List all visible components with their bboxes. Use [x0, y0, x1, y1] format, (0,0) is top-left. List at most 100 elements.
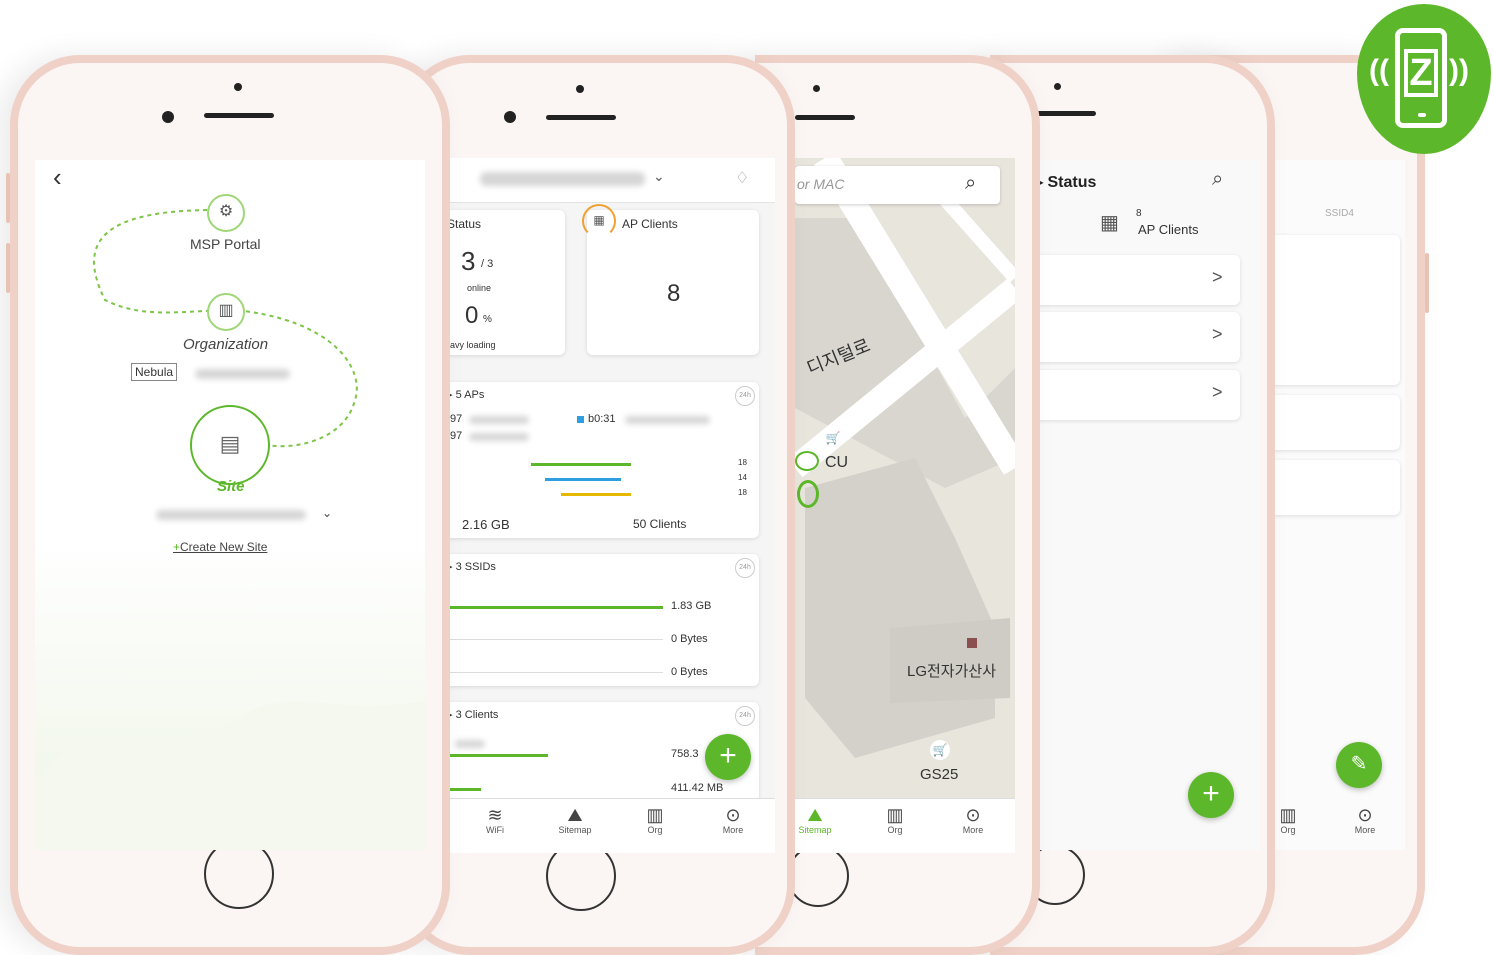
- phone1-screen: ‹ ⚙ MSP Portal ▥ Organization Nebula ▤ S…: [35, 160, 425, 850]
- y-tick-1: 18: [738, 458, 747, 467]
- ssid-card-2[interactable]: [1270, 395, 1400, 450]
- phone2-screen: ⌄ ♢ Status 3 / 3 online 0 % eavy loading…: [445, 158, 775, 853]
- brand-badge: (( Z )): [1357, 4, 1491, 154]
- camera: [234, 83, 242, 91]
- map-view[interactable]: [795, 158, 1015, 803]
- ssid-card-1[interactable]: [1270, 235, 1400, 385]
- ssid-value-3: 0 Bytes: [671, 666, 708, 678]
- status-row-1[interactable]: >: [1030, 255, 1240, 305]
- map-search-input[interactable]: or MAC ⌕: [795, 166, 1000, 204]
- more-icon: ⊙: [1357, 805, 1373, 825]
- search-icon[interactable]: ⌕: [965, 172, 976, 195]
- plus-icon: +: [719, 739, 737, 772]
- load-value: 0: [465, 302, 479, 329]
- back-chevron-icon[interactable]: ‹: [53, 162, 62, 193]
- client-value-1: 758.3: [671, 748, 699, 760]
- site-name: [480, 172, 645, 186]
- msp-portal-label: MSP Portal: [190, 236, 261, 252]
- ssid-card-3[interactable]: [1270, 460, 1400, 515]
- tab-wifi-label: WiFi: [486, 825, 504, 835]
- speaker: [795, 115, 855, 120]
- edit-fab-button[interactable]: ✎: [1336, 742, 1382, 788]
- y-tick-2: 14: [738, 473, 747, 482]
- top-clients-title: ▸ 3 Clients: [447, 709, 499, 721]
- badge-24h[interactable]: 24h: [735, 558, 755, 578]
- plus-icon: +: [173, 540, 181, 554]
- status-row-3[interactable]: >: [1030, 370, 1240, 420]
- ssid-bar-3: [445, 672, 663, 673]
- hierarchy-path: [35, 209, 425, 850]
- add-fab-button[interactable]: +: [1188, 772, 1234, 818]
- camera: [576, 85, 584, 93]
- top-aps-title: ▸ 5 APs: [447, 389, 485, 401]
- org-tag: Nebula: [131, 363, 178, 381]
- tab-more[interactable]: ⊙ More: [713, 805, 753, 835]
- cart-icon[interactable]: 🛒: [930, 740, 950, 760]
- badge-letter: Z: [1404, 49, 1438, 97]
- site-selector[interactable]: ⌄: [150, 506, 340, 526]
- speaker: [1036, 111, 1096, 116]
- tab-sitemap[interactable]: ⛰ Sitemap: [555, 805, 595, 835]
- ap-marker-icon[interactable]: [795, 451, 819, 471]
- badge-24h[interactable]: 24h: [735, 706, 755, 726]
- ssid-bar-2: [445, 639, 663, 640]
- organization-name: [195, 369, 290, 379]
- speaker: [546, 115, 616, 120]
- poi-lg: LG전자가산사: [907, 663, 997, 680]
- msp-portal-node[interactable]: ⚙: [207, 194, 245, 232]
- y-tick-3: 18: [738, 488, 747, 497]
- plus-icon: +: [1202, 777, 1220, 810]
- tab-org[interactable]: ▥ Org: [875, 805, 915, 835]
- add-fab-button[interactable]: +: [705, 734, 751, 780]
- site-label: Site: [217, 478, 245, 495]
- top-aps-card[interactable]: ▸ 5 APs 24h :97 :97 b0:31 18 14 18 2.16 …: [445, 382, 759, 538]
- cart-icon[interactable]: 🛒: [823, 428, 843, 448]
- more-icon: ⊙: [725, 805, 741, 825]
- volume-button: [6, 243, 10, 293]
- top-ssids-card[interactable]: ▸ 3 SSIDs 24h 1.83 GB 0 Bytes 0 Bytes: [445, 554, 759, 686]
- tab-wifi[interactable]: ≋ WiFi: [475, 805, 515, 835]
- tab-more[interactable]: ⊙ More: [953, 805, 993, 835]
- tab-org[interactable]: ▥ Org: [635, 805, 675, 835]
- map-search-placeholder: or MAC: [797, 176, 845, 192]
- online-label: online: [467, 283, 492, 293]
- ap-name-2: [469, 433, 529, 441]
- edit-icon: ✎: [1350, 753, 1368, 775]
- client-bar-2: [445, 788, 481, 791]
- ap-name-3: [625, 416, 710, 424]
- ap-marker-icon[interactable]: [797, 480, 819, 508]
- chevron-down-icon: ⌄: [653, 168, 665, 184]
- search-icon[interactable]: ⌕: [1212, 168, 1223, 191]
- ap-clients-card[interactable]: ▦ AP Clients 8: [582, 204, 759, 355]
- site-selector[interactable]: ⌄ ♢: [445, 158, 775, 203]
- notification-icon[interactable]: ♢: [735, 168, 749, 188]
- site-node[interactable]: ▤: [190, 405, 270, 485]
- building-icon: ▥: [218, 302, 234, 319]
- tab-org-label: Org: [647, 825, 663, 835]
- ap-clients-value: 8: [667, 280, 681, 307]
- create-new-site-link[interactable]: +Create New Site: [173, 540, 267, 554]
- signal-right-icon: )): [1449, 54, 1469, 87]
- door-icon: ▤: [219, 431, 241, 456]
- home-button[interactable]: [787, 845, 849, 907]
- gears-icon: ⚙: [218, 203, 234, 220]
- signal-left-icon: ((: [1369, 54, 1389, 87]
- sitemap-icon: ⛰: [807, 805, 823, 825]
- badge-24h[interactable]: 24h: [735, 386, 755, 406]
- legend-swatch: [577, 416, 584, 423]
- organization-node[interactable]: ▥: [207, 293, 245, 331]
- client-value-2: 411.42 MB: [671, 782, 724, 794]
- heavy-loading-label: eavy loading: [445, 340, 496, 350]
- ap-status-card[interactable]: Status 3 / 3 online 0 % eavy loading: [445, 210, 565, 355]
- tab-sitemap[interactable]: ⛰ Sitemap: [795, 805, 835, 835]
- status-title: ▸ Status: [1035, 174, 1097, 191]
- tab-org-label: Org: [1280, 825, 1296, 835]
- status-row-2[interactable]: >: [1030, 312, 1240, 362]
- site-name: [156, 510, 306, 520]
- tab-sitemap-label: Sitemap: [798, 825, 832, 835]
- clients-total: 50 Clients: [633, 517, 687, 531]
- sensor: [504, 111, 516, 123]
- tab-more[interactable]: ⊙ More: [1345, 805, 1385, 835]
- ssid-bar-1: [445, 606, 663, 609]
- phone3-screen: or MAC ⌕ 디지털로 🛒 CU LG전자가산사 🛒 GS25 ⛰ Site…: [795, 158, 1015, 853]
